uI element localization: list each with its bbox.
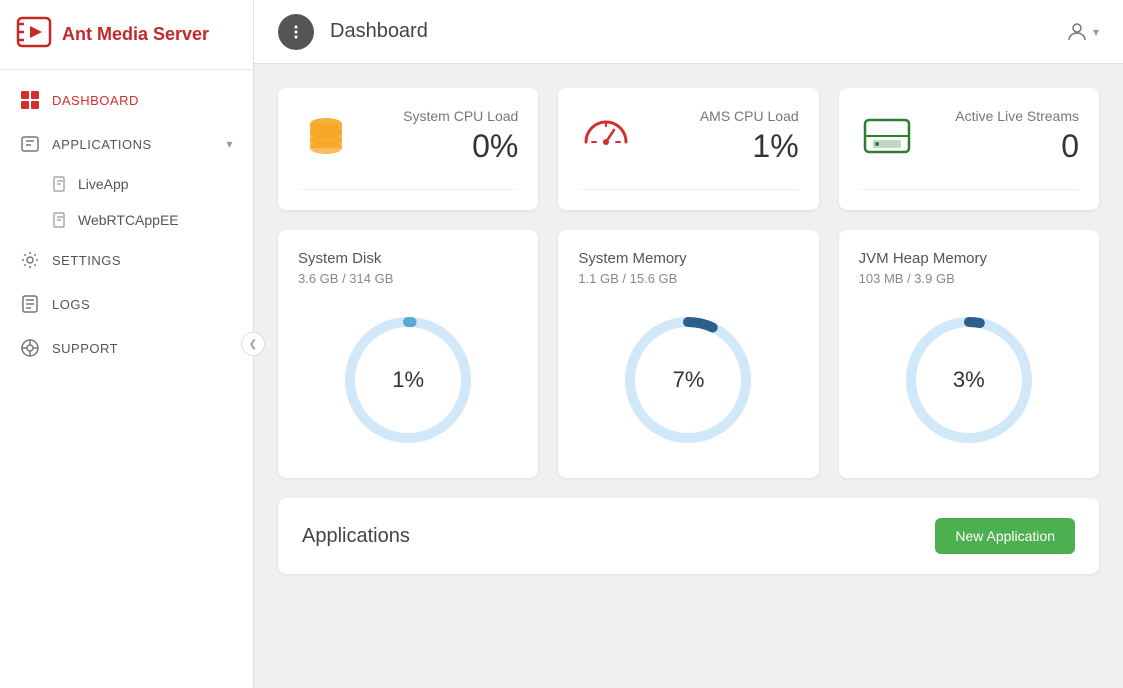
sidebar-item-logs[interactable]: LOGS bbox=[0, 282, 253, 326]
system-cpu-label: System CPU Load bbox=[403, 108, 518, 124]
dashboard-content: System CPU Load 0% bbox=[254, 64, 1123, 598]
sidebar-item-support[interactable]: SUPPORT bbox=[0, 326, 253, 370]
logs-icon bbox=[20, 294, 40, 314]
webrtcappee-doc-icon bbox=[52, 212, 68, 228]
sidebar-collapse-button[interactable]: ❮ bbox=[241, 332, 265, 356]
ams-logo-icon bbox=[16, 14, 52, 55]
app-name: Ant Media Server bbox=[62, 24, 209, 45]
ams-cpu-label: AMS CPU Load bbox=[700, 108, 799, 124]
webrtcappee-label: WebRTCAppEE bbox=[78, 212, 179, 228]
jvm-gauge: 3% bbox=[899, 310, 1039, 450]
header-menu-button[interactable] bbox=[278, 14, 314, 50]
disk-percent: 1% bbox=[392, 367, 424, 393]
applications-left: APPLICATIONS bbox=[20, 134, 152, 154]
sidebar-item-settings[interactable]: SETTINGS bbox=[0, 238, 253, 282]
ams-cpu-card: AMS CPU Load 1% bbox=[558, 88, 818, 210]
speedometer-icon bbox=[578, 108, 634, 164]
active-streams-card: Active Live Streams 0 bbox=[839, 88, 1099, 210]
system-memory-card: System Memory 1.1 GB / 15.6 GB 7% bbox=[558, 230, 818, 478]
sidebar-item-webrtcappee[interactable]: WebRTCAppEE bbox=[0, 202, 253, 238]
sidebar-item-dashboard[interactable]: DASHBOARD bbox=[0, 78, 253, 122]
streams-info: Active Live Streams 0 bbox=[955, 108, 1079, 165]
cpu-info: System CPU Load 0% bbox=[403, 108, 518, 165]
system-disk-card: System Disk 3.6 GB / 314 GB 1% bbox=[278, 230, 538, 478]
user-icon bbox=[1065, 20, 1089, 44]
disk-title: System Disk bbox=[298, 250, 381, 267]
memory-gauge: 7% bbox=[618, 310, 758, 450]
sidebar: Ant Media Server ❮ DASHBOARD bbox=[0, 0, 254, 688]
page-title: Dashboard bbox=[330, 20, 428, 43]
ams-cpu-info: AMS CPU Load 1% bbox=[700, 108, 799, 165]
card-top: AMS CPU Load 1% bbox=[578, 108, 798, 165]
memory-title: System Memory bbox=[578, 250, 686, 267]
streams-value: 0 bbox=[955, 128, 1079, 165]
applications-section: Applications New Application bbox=[278, 498, 1099, 574]
database-icon bbox=[298, 108, 354, 164]
sidebar-support-label: SUPPORT bbox=[52, 341, 118, 356]
memory-percent: 7% bbox=[673, 367, 705, 393]
gauges-row: System Disk 3.6 GB / 314 GB 1% System Me… bbox=[278, 230, 1099, 478]
sidebar-nav: DASHBOARD APPLICATIONS ▾ bbox=[0, 70, 253, 378]
applications-chevron-icon: ▾ bbox=[226, 137, 233, 151]
liveapp-doc-icon bbox=[52, 176, 68, 192]
user-menu[interactable]: ▾ bbox=[1065, 20, 1099, 44]
system-cpu-card: System CPU Load 0% bbox=[278, 88, 538, 210]
sidebar-logs-label: LOGS bbox=[52, 297, 90, 312]
user-chevron-icon: ▾ bbox=[1093, 25, 1099, 39]
jvm-title: JVM Heap Memory bbox=[859, 250, 987, 267]
liveapp-label: LiveApp bbox=[78, 176, 129, 192]
card-divider bbox=[859, 189, 1079, 190]
main-content: Dashboard ▾ bbox=[254, 0, 1123, 688]
card-top: Active Live Streams 0 bbox=[859, 108, 1079, 165]
jvm-heap-card: JVM Heap Memory 103 MB / 3.9 GB 3% bbox=[839, 230, 1099, 478]
memory-subtitle: 1.1 GB / 15.6 GB bbox=[578, 271, 677, 286]
card-divider bbox=[298, 189, 518, 190]
card-divider bbox=[578, 189, 798, 190]
settings-icon bbox=[20, 250, 40, 270]
sidebar-logo: Ant Media Server bbox=[0, 0, 253, 70]
sidebar-settings-label: SETTINGS bbox=[52, 253, 121, 268]
live-streams-icon bbox=[859, 108, 915, 164]
applications-icon bbox=[20, 134, 40, 154]
system-cpu-value: 0% bbox=[403, 128, 518, 165]
jvm-percent: 3% bbox=[953, 367, 985, 393]
streams-label: Active Live Streams bbox=[955, 108, 1079, 124]
metrics-row: System CPU Load 0% bbox=[278, 88, 1099, 210]
jvm-subtitle: 103 MB / 3.9 GB bbox=[859, 271, 955, 286]
applications-section-title: Applications bbox=[302, 525, 410, 548]
sidebar-applications-label: APPLICATIONS bbox=[52, 137, 152, 152]
sidebar-item-liveapp[interactable]: LiveApp bbox=[0, 166, 253, 202]
header-left: Dashboard bbox=[278, 14, 428, 50]
header: Dashboard ▾ bbox=[254, 0, 1123, 64]
disk-subtitle: 3.6 GB / 314 GB bbox=[298, 271, 393, 286]
disk-gauge: 1% bbox=[338, 310, 478, 450]
new-application-button[interactable]: New Application bbox=[935, 518, 1075, 554]
card-top: System CPU Load 0% bbox=[298, 108, 518, 165]
sidebar-dashboard-label: DASHBOARD bbox=[52, 93, 139, 108]
dashboard-icon bbox=[20, 90, 40, 110]
sidebar-item-applications[interactable]: APPLICATIONS ▾ bbox=[0, 122, 253, 166]
support-icon bbox=[20, 338, 40, 358]
ams-cpu-value: 1% bbox=[700, 128, 799, 165]
